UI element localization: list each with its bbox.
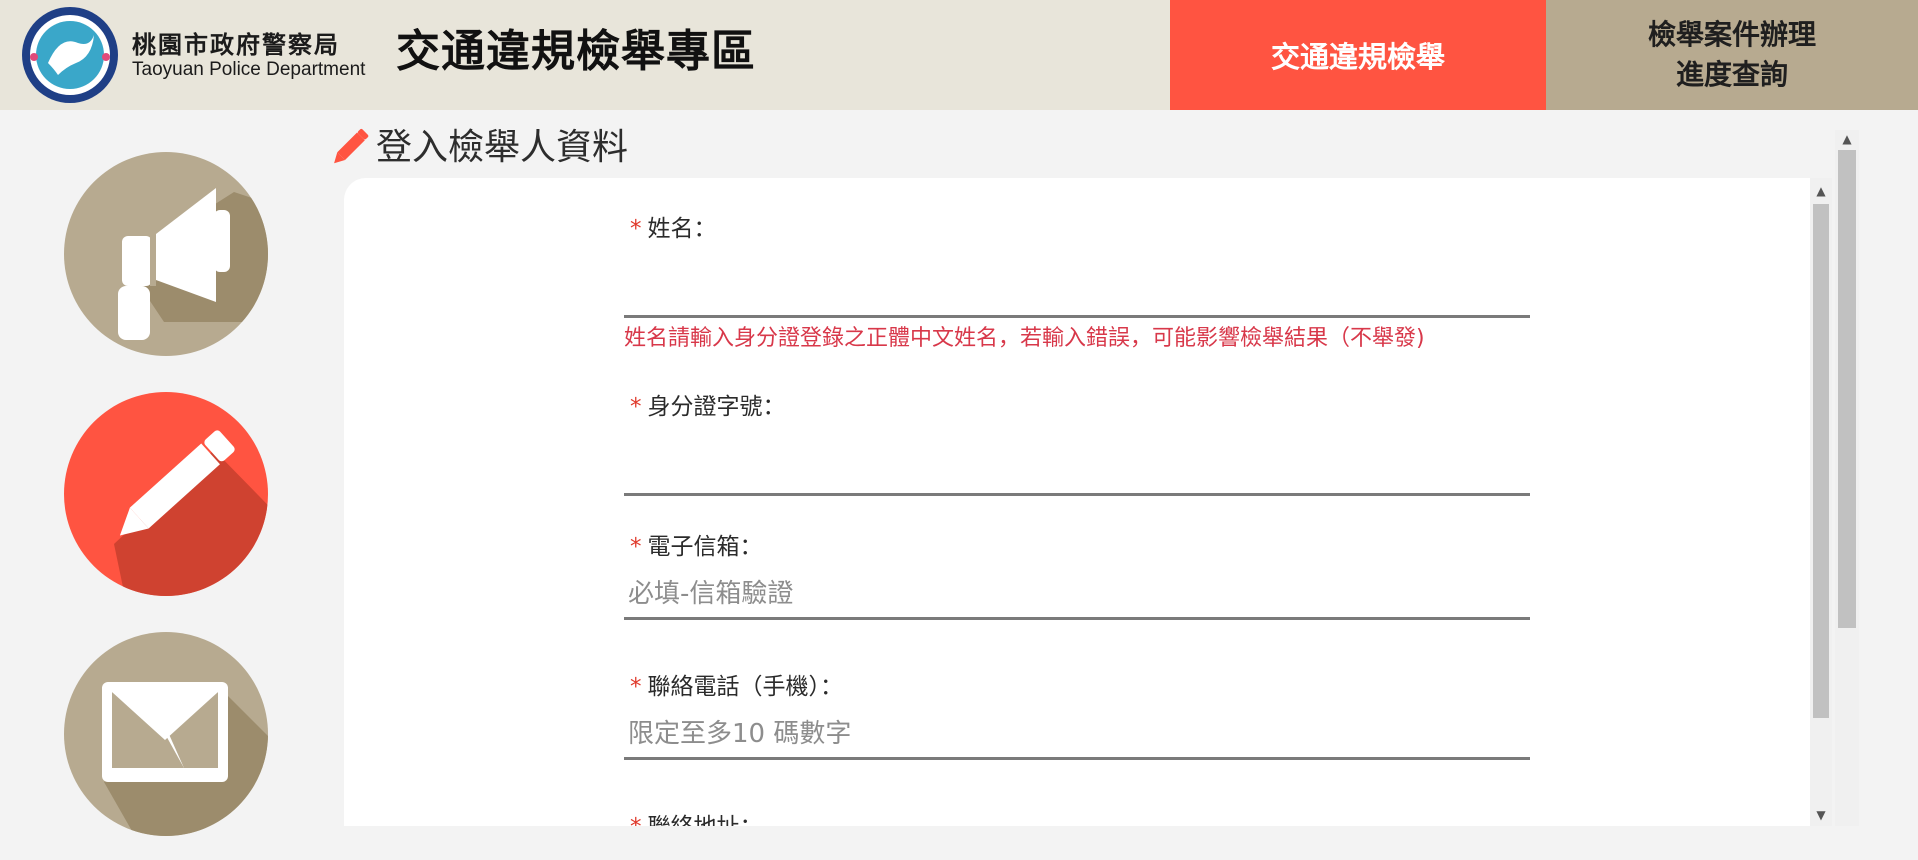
scroll-down-arrow-icon[interactable]: ▼ <box>1810 808 1832 822</box>
registration-form-card: * 姓名： 姓名請輸入身分證登錄之正體中文姓名，若輸入錯誤，可能影響檢舉結果（不舉… <box>344 178 1810 826</box>
sidebar-upload-button[interactable] <box>64 632 268 836</box>
email-input[interactable] <box>624 570 1530 620</box>
page-scrollbar[interactable]: ▲ <box>1835 130 1859 826</box>
police-badge-icon <box>22 7 118 103</box>
address-field: *聯絡地址： <box>624 812 1530 826</box>
phone-field: * 聯絡電話（手機）： <box>624 672 1530 760</box>
name-label: * 姓名： <box>630 216 717 242</box>
id-number-label: * 身分證字號： <box>630 394 786 420</box>
nav-tab-case-progress[interactable]: 檢舉案件辦理 進度查詢 <box>1546 0 1918 110</box>
address-label: *聯絡地址： <box>624 812 1530 826</box>
email-label: * 電子信箱： <box>630 534 763 560</box>
mail-upload-icon <box>64 632 268 836</box>
scroll-up-arrow-icon[interactable]: ▲ <box>1810 184 1832 198</box>
megaphone-icon <box>64 152 268 356</box>
page-scrollbar-thumb[interactable] <box>1838 150 1856 628</box>
header-bar: 桃園市政府警察局 Taoyuan Police Department 交通違規檢… <box>0 0 1918 110</box>
required-mark: * <box>630 674 642 700</box>
nav-tab-traffic-report[interactable]: 交通違規檢舉 <box>1170 0 1546 110</box>
name-input[interactable] <box>624 268 1530 318</box>
required-mark: * <box>630 216 642 242</box>
nav-tab-case-progress-line2: 進度查詢 <box>1675 58 1788 91</box>
name-hint: 姓名請輸入身分證登錄之正體中文姓名，若輸入錯誤，可能影響檢舉結果（不舉發) <box>624 326 1425 351</box>
logo-name-cn: 桃園市政府警察局 <box>132 30 340 59</box>
sidebar-megaphone-button[interactable] <box>64 152 268 356</box>
phone-label: * 聯絡電話（手機）： <box>630 674 843 700</box>
nav-tab-case-progress-line1: 檢舉案件辦理 <box>1647 18 1816 51</box>
form-scrollbar[interactable]: ▲ ▼ <box>1810 178 1832 826</box>
form-scrollbar-thumb[interactable] <box>1813 204 1829 718</box>
pencil-icon <box>334 129 369 164</box>
email-field: * 電子信箱： <box>624 532 1530 620</box>
required-mark: * <box>630 394 642 420</box>
id-number-field: * 身分證字號： <box>624 392 1530 496</box>
scroll-up-arrow-icon[interactable]: ▲ <box>1835 132 1859 146</box>
section-title-text: 登入檢舉人資料 <box>376 127 629 168</box>
required-mark: * <box>630 814 642 826</box>
nav-tab-traffic-report-label: 交通違規檢舉 <box>1270 40 1445 74</box>
required-mark: * <box>630 534 642 560</box>
site-title: 交通違規檢舉專區 <box>396 26 756 77</box>
phone-input[interactable] <box>624 710 1530 760</box>
name-field: * 姓名： <box>624 214 1530 318</box>
pencil-icon <box>64 392 268 596</box>
sidebar-write-report-button[interactable] <box>64 392 268 596</box>
logo-name-en: Taoyuan Police Department <box>132 59 366 80</box>
id-number-input[interactable] <box>624 446 1530 496</box>
section-title: 登入檢舉人資料 <box>328 126 628 170</box>
police-logo[interactable]: 桃園市政府警察局 Taoyuan Police Department <box>20 5 365 105</box>
